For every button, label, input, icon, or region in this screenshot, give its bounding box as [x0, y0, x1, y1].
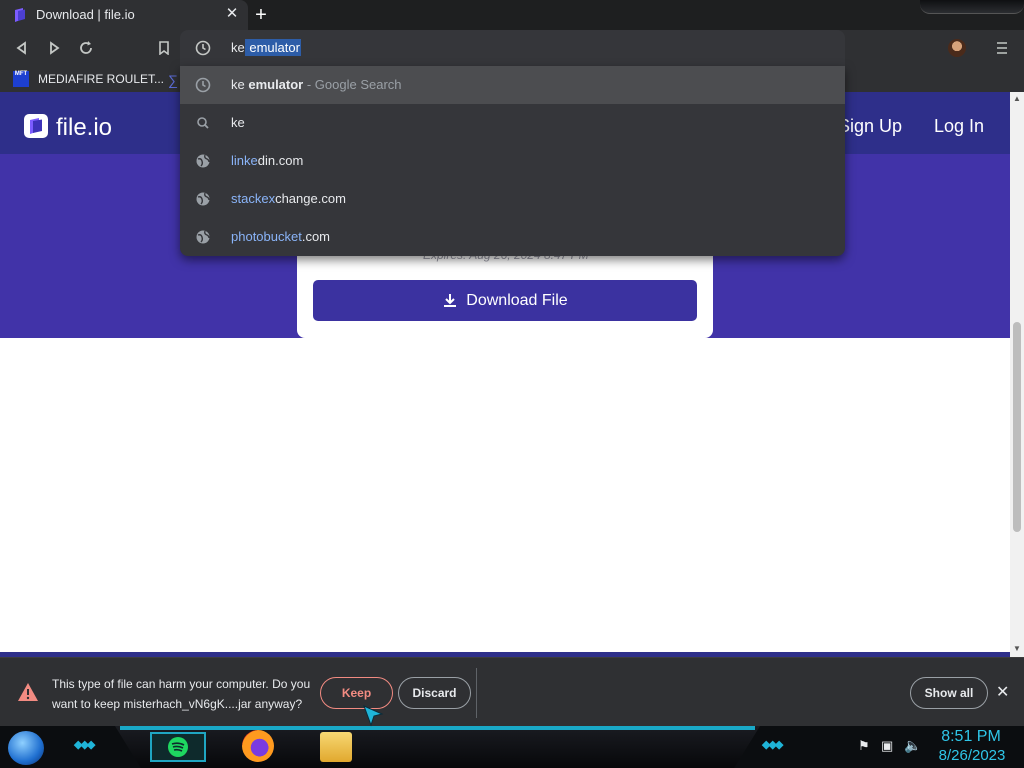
mouse-cursor-icon — [363, 705, 384, 727]
site-logo-text[interactable]: file.io — [56, 114, 112, 142]
suggestion-text: din.com — [257, 153, 304, 168]
suggestion-item[interactable]: ke — [180, 104, 845, 142]
suggestion-match-text: stackex — [231, 191, 276, 206]
clock-date[interactable]: 8/26/2023 — [932, 747, 1012, 764]
scroll-down-icon[interactable]: ▼ — [1010, 644, 1024, 653]
back-button[interactable] — [8, 34, 36, 62]
discard-button[interactable]: Discard — [398, 677, 471, 709]
suggestion-text: ke — [231, 115, 245, 130]
clock-time[interactable]: 8:51 PM — [940, 728, 1002, 746]
taskbar: ◆◆◆ ◆◆◆ ⚑ ▣ 🔈 8:51 PM 8/26/2023 — [0, 726, 1024, 768]
nav-sign-up-link[interactable]: Sign Up — [838, 116, 902, 137]
close-download-bar-icon[interactable]: ✕ — [996, 682, 1009, 702]
forward-button[interactable] — [40, 34, 68, 62]
browser-menu-button[interactable] — [992, 38, 1012, 58]
scrollbar-thumb[interactable] — [1013, 322, 1021, 532]
download-warning-text: This type of file can harm your computer… — [52, 677, 311, 711]
chevron-decoration-icon: ◆◆◆ — [762, 739, 783, 751]
suggestion-subtext: - Google Search — [303, 77, 402, 92]
taskbar-decoration — [115, 726, 760, 768]
bookmark-mediafire-roulette[interactable]: MEDIAFIRE ROULET... — [38, 72, 164, 86]
profile-avatar[interactable] — [948, 39, 966, 57]
globe-icon — [196, 192, 210, 206]
volume-icon[interactable]: 🔈 — [904, 737, 921, 754]
suggestion-match-text: linke — [231, 153, 258, 168]
download-bar-divider — [476, 668, 477, 718]
action-center-flag-icon[interactable]: ⚑ — [858, 738, 870, 754]
start-button[interactable] — [8, 731, 44, 765]
forward-icon — [50, 41, 60, 55]
globe-icon — [196, 154, 210, 168]
suggestion-text: change.com — [275, 191, 346, 206]
suggestion-item[interactable]: stackexchange.com — [180, 180, 845, 218]
show-all-button[interactable]: Show all — [910, 677, 988, 709]
address-autocomplete-selection: emulator — [244, 39, 301, 56]
scroll-up-icon[interactable]: ▲ — [1010, 94, 1024, 103]
download-file-label: Download File — [466, 291, 568, 309]
suggestion-item[interactable]: photobucket.com — [180, 218, 845, 256]
menu-icon — [997, 42, 1007, 54]
network-icon[interactable]: ▣ — [881, 738, 893, 754]
suggestion-text: .com — [301, 229, 331, 244]
file-io-logo-icon[interactable] — [24, 114, 48, 138]
file-explorer-icon[interactable] — [320, 732, 352, 762]
nav-log-in-link[interactable]: Log In — [934, 116, 984, 137]
suggestion-match-text: photobucket — [231, 229, 302, 244]
warning-icon — [18, 683, 38, 701]
chevron-decoration-icon: ◆◆◆ — [74, 739, 95, 751]
download-icon — [444, 293, 457, 307]
history-icon — [195, 77, 211, 93]
tab-file-io[interactable]: Download | file.io ✕ — [0, 0, 248, 30]
new-tab-button[interactable]: + — [250, 4, 272, 26]
download-file-button[interactable]: Download File — [313, 280, 697, 321]
mediafire-bookmark-icon: MFT — [13, 71, 29, 87]
back-icon — [16, 41, 26, 55]
bookmark-icon — [159, 41, 169, 55]
address-input[interactable]: ke emulator — [231, 39, 301, 56]
address-bar[interactable]: ke emulator — [180, 30, 845, 66]
search-icon — [197, 117, 209, 129]
suggestion-bold-text: emulator — [248, 77, 304, 92]
file-io-favicon-icon — [15, 8, 25, 22]
spotify-taskbar-app[interactable] — [150, 732, 206, 762]
omnibox-suggestions: ke emulator - Google Search ke linkedin.… — [180, 66, 845, 256]
suggestion-text: ke — [231, 77, 249, 92]
page-scrollbar[interactable]: ▲ ▼ — [1010, 92, 1024, 657]
history-icon — [195, 40, 211, 56]
bookmark-button[interactable] — [150, 34, 178, 62]
tab-title: Download | file.io — [36, 7, 135, 22]
firefox-icon[interactable] — [242, 730, 274, 762]
bookmark-sigma-icon[interactable]: ∑ — [168, 72, 178, 88]
suggestion-item[interactable]: linkedin.com — [180, 142, 845, 180]
spotify-icon — [168, 737, 188, 757]
reload-button[interactable] — [72, 34, 100, 62]
window-frame-decoration — [920, 0, 1024, 14]
globe-icon — [196, 230, 210, 244]
address-typed-text: ke — [231, 40, 245, 55]
tab-close-icon[interactable]: ✕ — [222, 4, 242, 24]
suggestion-item[interactable]: ke emulator - Google Search — [180, 66, 845, 104]
taskbar-accent-line — [120, 726, 755, 730]
download-warning-bar: This type of file can harm your computer… — [0, 657, 1024, 726]
reload-icon — [80, 41, 92, 54]
